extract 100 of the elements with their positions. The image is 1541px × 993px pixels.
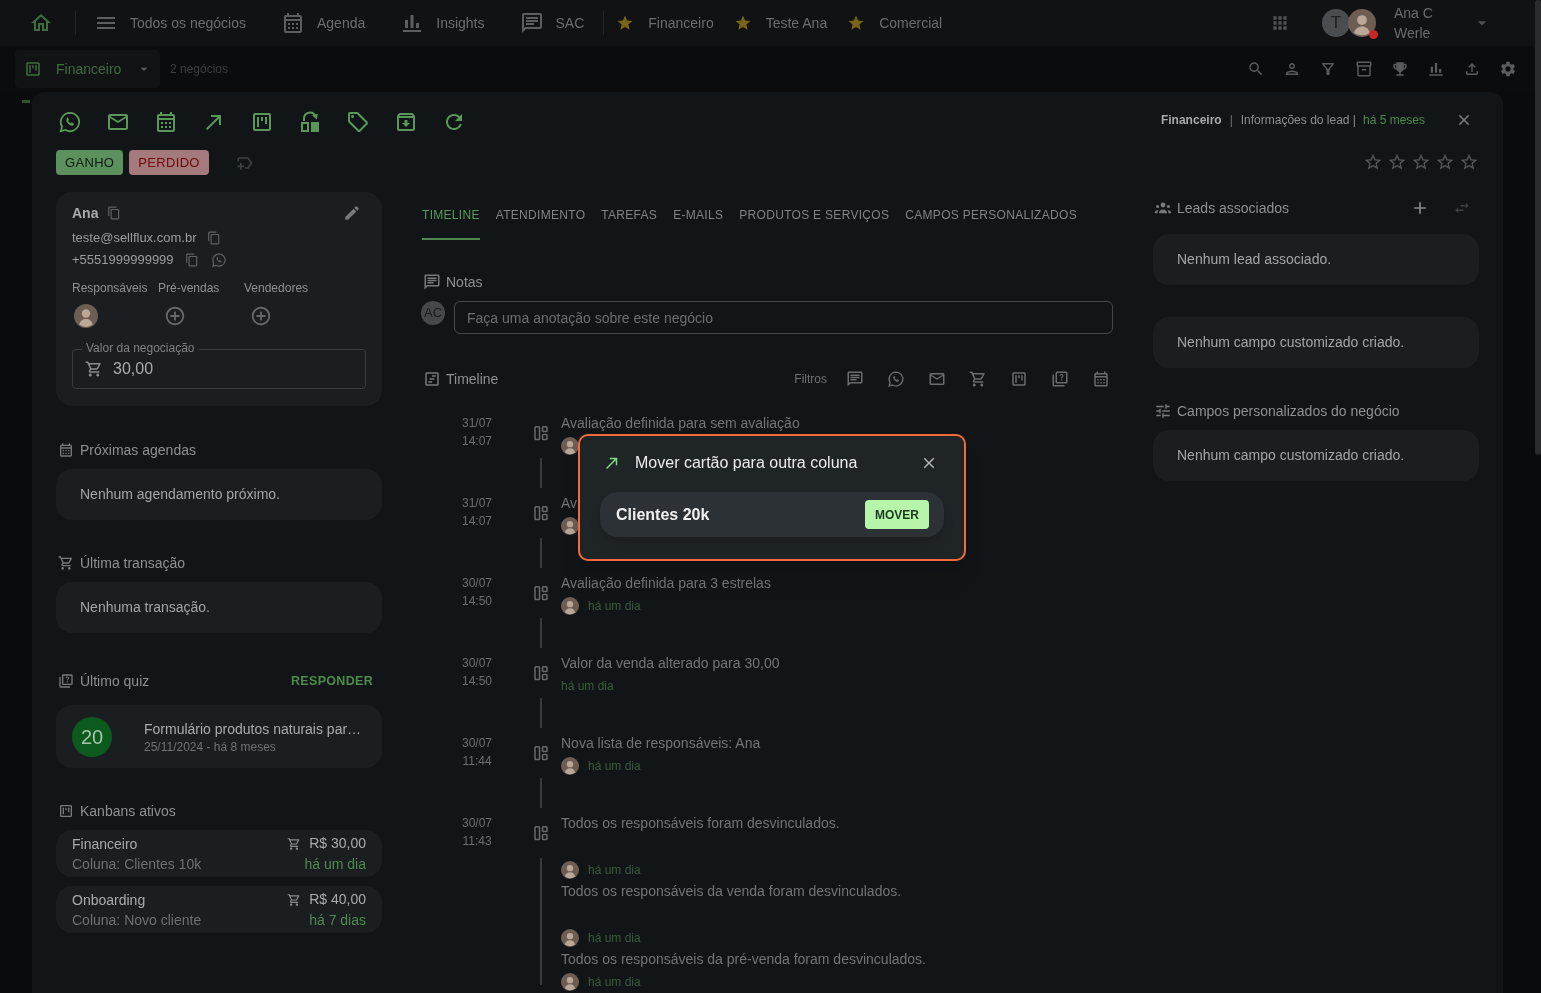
move-button[interactable]: MOVER [865, 500, 929, 529]
empty-message: Nenhum campo customizado criado. [1177, 446, 1405, 465]
star-icon[interactable] [1363, 152, 1383, 172]
entry-time: 14:50 [462, 673, 492, 690]
mail-icon[interactable] [928, 370, 946, 388]
role-label: Vendedores [244, 280, 309, 297]
board-selector[interactable]: Financeiro [15, 50, 160, 88]
star-icon [616, 14, 635, 32]
star-rating[interactable] [1363, 152, 1479, 172]
copy-icon[interactable] [184, 253, 199, 267]
entry-message: Todos os responsáveis da pré-venda foram desvinculados. [561, 950, 926, 968]
tab[interactable]: CAMPOS PERSONALIZADOS [905, 192, 1077, 240]
kanban-board-icon [58, 803, 74, 819]
field-label: Valor da negociação [82, 340, 199, 356]
field-value: 30,00 [113, 359, 154, 379]
star-icon[interactable] [1411, 152, 1431, 172]
user-avatar[interactable] [1348, 9, 1376, 37]
entry-time-ago: há um dia [588, 862, 641, 879]
nav-link[interactable]: Agenda [280, 11, 366, 35]
archive-box-icon[interactable] [1355, 60, 1373, 78]
tab[interactable]: TAREFAS [601, 192, 658, 240]
empty-message: Nenhum campo customizado criado. [1177, 333, 1405, 352]
tab[interactable]: PRODUTOS E SERVIÇOS [739, 192, 890, 240]
kanban-board-icon[interactable] [1010, 370, 1028, 388]
calendar-icon[interactable] [1092, 370, 1110, 388]
entry-time: 14:07 [462, 513, 492, 530]
role-label: Pré-vendas [158, 280, 220, 297]
settings-icon[interactable] [1499, 60, 1517, 78]
cart-icon[interactable] [969, 370, 987, 388]
kanban-column: Coluna: Clientes 10k [72, 853, 202, 874]
star-icon[interactable] [1459, 152, 1479, 172]
tag-icon[interactable] [346, 110, 370, 134]
user-avatar[interactable] [74, 304, 98, 328]
favorite-link[interactable]: Comercial [847, 12, 943, 34]
won-button[interactable]: GANHO [56, 150, 124, 175]
apps-grid-icon[interactable] [1270, 13, 1290, 33]
section-title: Campos personalizados do negócio [1177, 401, 1400, 421]
filter-label: Filtros [794, 371, 827, 388]
kanban-time: há um dia [304, 854, 366, 874]
breadcrumb-board: Financeiro [1160, 112, 1222, 129]
nav-link[interactable]: Insights [400, 11, 485, 35]
squares-arrow-icon[interactable] [298, 110, 322, 134]
entry-date: 30/07 [462, 575, 492, 592]
section-title: Último quiz [80, 671, 150, 691]
star-icon [733, 14, 752, 32]
copy-icon[interactable] [207, 231, 222, 245]
entry-date: 30/07 [462, 735, 492, 752]
search-icon[interactable] [1247, 60, 1265, 78]
kanban-board-icon[interactable] [250, 110, 274, 134]
sliders-icon [1154, 402, 1172, 420]
section-title: Timeline [446, 369, 499, 389]
scrollbar-thumb[interactable] [1535, 0, 1541, 455]
cart-icon [287, 892, 302, 907]
cart-icon [287, 836, 302, 851]
question-page-icon [58, 673, 74, 689]
kanban-value: R$ 40,00 [309, 890, 366, 909]
phone-bubble-icon[interactable] [210, 252, 227, 268]
entry-message: Avaliação definida para 3 estrelas [561, 574, 771, 592]
chat-icon[interactable] [846, 370, 864, 388]
tab[interactable]: E-MAILS [673, 192, 724, 240]
entry-date: 30/07 [462, 655, 492, 672]
lost-button[interactable]: PERDIDO [129, 150, 209, 175]
cart-icon [58, 555, 74, 571]
kanban-card[interactable]: Onboarding Coluna: Novo cliente R$ 40,00 há 7 dias [56, 886, 382, 933]
star-icon[interactable] [1387, 152, 1407, 172]
note-input[interactable]: Faça uma anotação sobre este negócio [454, 301, 1113, 334]
calendar-icon [58, 442, 74, 458]
user-name: Ana C Werle [1394, 4, 1434, 43]
dashboard-icon [532, 744, 550, 762]
entry-date: 31/07 [462, 415, 492, 432]
upload-icon[interactable] [1463, 60, 1481, 78]
phone-bubble-icon[interactable] [58, 110, 82, 134]
favorite-link[interactable]: Teste Ana [733, 12, 828, 34]
nav-link[interactable]: SAC [519, 11, 585, 35]
respond-button[interactable]: RESPONDER [283, 667, 381, 695]
entry-time: 14:07 [462, 433, 492, 450]
kanban-card[interactable]: Financeiro Coluna: Clientes 10k R$ 30,00 há um dia [56, 830, 382, 877]
nav-link[interactable]: Todos os negócios [94, 11, 246, 35]
person-icon[interactable] [1283, 60, 1301, 78]
tab[interactable]: TIMELINE [422, 192, 480, 240]
favorite-link[interactable]: Financeiro [616, 12, 714, 34]
column-accent-bar [22, 100, 30, 103]
kanban-board-name: Onboarding [72, 890, 147, 910]
quiz-date: 25/11/2024 - há 8 meses [144, 738, 277, 755]
calendar-icon[interactable] [154, 110, 178, 134]
dashboard-icon [532, 504, 550, 522]
edit-icon[interactable] [343, 204, 361, 222]
star-icon [847, 14, 866, 32]
tab[interactable]: ATENDIMENTO [495, 192, 586, 240]
entry-message: Avaliação definida para sem avaliação [561, 414, 800, 432]
box-down-arrow-icon[interactable] [394, 110, 418, 134]
entry-message: Valor da venda alterado para 30,00 [561, 654, 780, 672]
trophy-icon[interactable] [1391, 60, 1409, 78]
star-icon[interactable] [1435, 152, 1455, 172]
phone-bubble-icon[interactable] [887, 370, 905, 388]
bar-chart-icon[interactable] [1427, 60, 1445, 78]
filter-icon[interactable] [1319, 60, 1337, 78]
question-page-icon[interactable] [1051, 370, 1069, 388]
entry-time-ago: há um dia [561, 678, 614, 695]
copy-icon[interactable] [107, 206, 122, 220]
